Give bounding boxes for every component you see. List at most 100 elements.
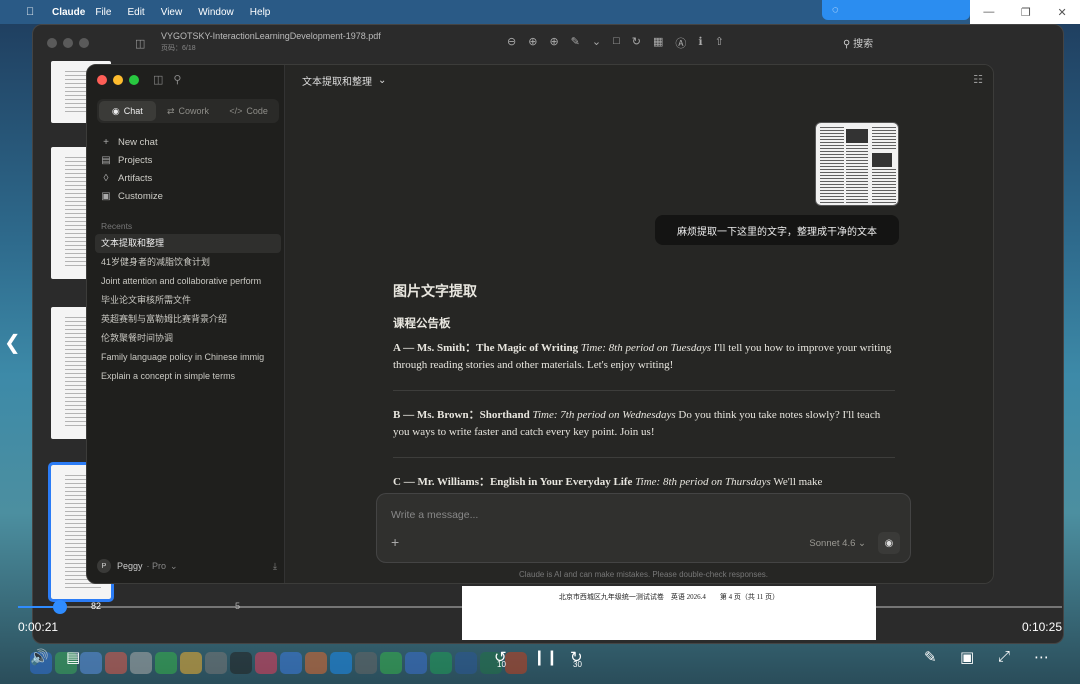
- pen-icon[interactable]: ✎: [924, 648, 937, 666]
- download-icon[interactable]: ⤓: [273, 561, 277, 572]
- voice-mode-button[interactable]: ◉: [878, 532, 900, 554]
- entry-head: B — Ms. Brown：Shorthand: [393, 409, 530, 421]
- tab-cowork-label: Cowork: [178, 106, 210, 116]
- sidebar-item-customize[interactable]: ▣ Customize: [101, 187, 271, 205]
- chat-icon: ◉: [111, 105, 120, 116]
- pdf-search[interactable]: ⚲ 搜索: [843, 35, 873, 50]
- recent-chat-item[interactable]: Family language policy in Chinese immig: [95, 348, 281, 367]
- tab-code-label: Code: [246, 106, 268, 116]
- search-icon[interactable]: ⚲: [173, 73, 181, 86]
- pause-icon[interactable]: ❙❙: [533, 648, 558, 666]
- apple-icon[interactable]: : [26, 6, 40, 18]
- course-entry: C — Mr. Williams：English in Your Everyda…: [393, 474, 895, 491]
- pdf-toolbar: ⊖ ⊕ ⊕ ✎ ⌄ □ ↻ ▦ Ⓐ ℹ ⇧: [507, 35, 724, 51]
- menubar-app-name[interactable]: Claude: [52, 7, 85, 18]
- zoom-out-icon[interactable]: ⊖: [507, 35, 516, 51]
- tab-cowork[interactable]: ⇄ Cowork: [160, 101, 217, 121]
- menu-file[interactable]: File: [95, 7, 111, 18]
- markup-icon[interactable]: ▦: [653, 35, 663, 51]
- divider: [393, 457, 895, 458]
- sidebar-item-new-chat[interactable]: + New chat: [101, 133, 271, 151]
- claude-sidebar: ◫ ⚲ ◉ Chat ⇄ Cowork </> Code + New chat: [87, 65, 285, 583]
- folder-icon: ▤: [101, 154, 111, 166]
- zoom-window-button[interactable]: [129, 75, 139, 85]
- skip-forward-seconds: 30: [573, 660, 582, 669]
- chevron-down-icon: ⌄: [858, 538, 866, 549]
- conversation-title: 文本提取和整理: [302, 77, 372, 88]
- video-progress-bar[interactable]: [18, 600, 1062, 614]
- recording-overlay-badge: ◌: [822, 0, 970, 20]
- sidebar-nav: + New chat ▤ Projects ◊ Artifacts ▣ Cust…: [101, 133, 271, 205]
- info-icon[interactable]: ℹ: [698, 35, 702, 51]
- claude-window: ◫ ⚲ ◉ Chat ⇄ Cowork </> Code + New chat: [86, 64, 994, 584]
- skip-back-seconds: 10: [497, 660, 506, 669]
- entry-body: We'll make: [773, 476, 823, 488]
- add-attachment-button[interactable]: +: [391, 534, 399, 550]
- recent-chat-item[interactable]: 伦敦聚餐时间协调: [95, 329, 281, 348]
- assistant-response: 图片文字提取 课程公告板 A — Ms. Smith：The Magic of …: [393, 281, 895, 491]
- rotate-icon[interactable]: ↻: [632, 35, 641, 51]
- recent-chat-item[interactable]: 毕业论文审核所需文件: [95, 291, 281, 310]
- recent-chat-item[interactable]: 41岁健身者的减脂饮食计划: [95, 253, 281, 272]
- fullscreen-icon[interactable]: ⤢: [998, 648, 1010, 665]
- pdf-close-dot[interactable]: [47, 38, 57, 48]
- video-scrubber-handle[interactable]: [52, 600, 67, 614]
- select-icon[interactable]: □: [613, 35, 620, 51]
- response-heading: 图片文字提取: [393, 283, 477, 299]
- close-icon[interactable]: ✕: [1057, 6, 1066, 19]
- user-plan: · Pro: [146, 561, 167, 571]
- message-input[interactable]: [391, 506, 871, 524]
- entry-time: Time: 8th period on Thursdays: [635, 476, 771, 488]
- tab-code[interactable]: </> Code: [220, 101, 277, 121]
- code-icon: </>: [229, 106, 243, 116]
- entry-head: C — Mr. Williams：English in Your Everyda…: [393, 476, 633, 488]
- share-icon[interactable]: ⇧: [715, 35, 724, 51]
- menu-help[interactable]: Help: [250, 7, 271, 18]
- model-selector[interactable]: Sonnet 4.6 ⌄: [809, 538, 866, 549]
- recent-chat-item[interactable]: 文本提取和整理: [95, 234, 281, 253]
- plus-icon: +: [103, 136, 109, 148]
- avatar: P: [97, 559, 111, 573]
- entry-time: Time: 7th period on Wednesdays: [532, 409, 676, 421]
- annotate-icon[interactable]: Ⓐ: [675, 35, 686, 51]
- picture-in-picture-icon[interactable]: ▣: [960, 648, 974, 666]
- tab-chat[interactable]: ◉ Chat: [99, 101, 156, 121]
- recent-chat-item[interactable]: Explain a concept in simple terms: [95, 367, 281, 386]
- sidebar-toggle-icon[interactable]: ◫: [153, 73, 163, 86]
- zoom-fit-icon[interactable]: ⊕: [549, 35, 558, 51]
- user-account-button[interactable]: P Peggy · Pro ⌄ ⤓: [97, 559, 277, 573]
- traffic-lights: [97, 75, 139, 85]
- pen-icon[interactable]: ✎: [571, 35, 580, 51]
- subtitles-icon[interactable]: ▤: [66, 648, 80, 666]
- recent-chat-item[interactable]: 英超赛制与富勒姆比赛背景介绍: [95, 310, 281, 329]
- recents-heading: Recents: [101, 221, 133, 231]
- tab-chat-label: Chat: [123, 106, 143, 116]
- minimize-window-button[interactable]: [113, 75, 123, 85]
- chevron-down-icon[interactable]: ⌄: [592, 35, 601, 51]
- video-controls: 🔊 ▤ ↺ 10 ❙❙ ↻ 30 ✎ ▣ ⤢ ⋯: [0, 642, 1080, 684]
- document-icon[interactable]: ☷: [973, 73, 983, 86]
- minimize-icon[interactable]: —: [983, 6, 994, 18]
- close-window-button[interactable]: [97, 75, 107, 85]
- recent-chat-item[interactable]: Joint attention and collaborative perfor…: [95, 272, 281, 291]
- artifacts-icon: ◊: [103, 172, 109, 184]
- zoom-in-icon[interactable]: ⊕: [528, 35, 537, 51]
- menu-edit[interactable]: Edit: [127, 7, 144, 18]
- volume-icon[interactable]: 🔊: [30, 648, 49, 666]
- pdf-zoom-dot[interactable]: [79, 38, 89, 48]
- sidebar-item-artifacts[interactable]: ◊ Artifacts: [101, 169, 271, 187]
- restore-icon[interactable]: ❐: [1021, 6, 1031, 19]
- conversation-title-button[interactable]: 文本提取和整理 ⌄: [302, 73, 386, 88]
- current-time: 0:00:21: [18, 620, 59, 634]
- previous-page-arrow-icon[interactable]: ❮: [4, 330, 21, 355]
- more-icon[interactable]: ⋯: [1034, 648, 1049, 666]
- pdf-traffic-lights: [47, 38, 89, 48]
- sidebar-item-label: Projects: [118, 154, 153, 166]
- menu-view[interactable]: View: [161, 7, 183, 18]
- pdf-minimize-dot[interactable]: [63, 38, 73, 48]
- sidebar-item-projects[interactable]: ▤ Projects: [101, 151, 271, 169]
- model-name: Sonnet 4.6: [809, 538, 856, 549]
- sidebar-toggle-icon[interactable]: ◫: [135, 37, 145, 50]
- image-attachment[interactable]: [815, 122, 899, 206]
- menu-window[interactable]: Window: [198, 7, 234, 18]
